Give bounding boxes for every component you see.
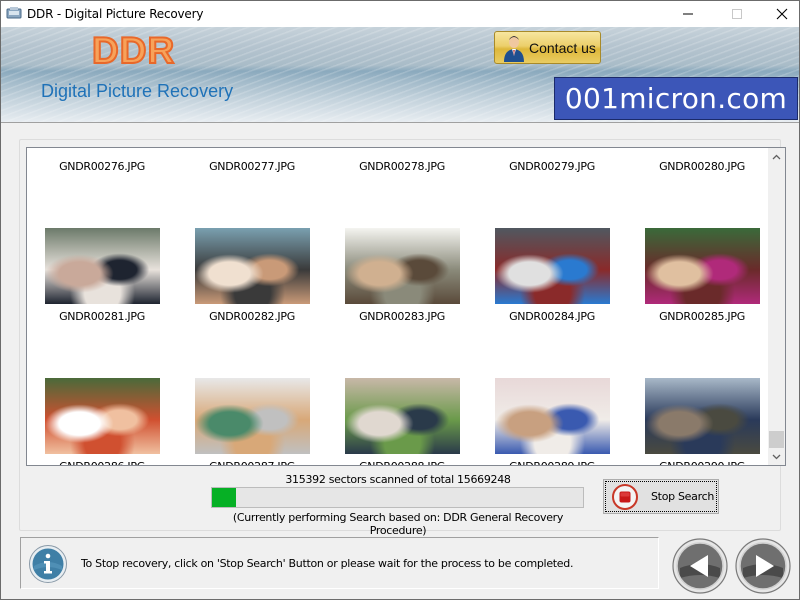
close-icon — [776, 8, 788, 20]
product-name: Digital Picture Recovery — [41, 81, 234, 101]
photo-thumbnail[interactable] — [495, 228, 610, 304]
info-message: To Stop recovery, click on 'Stop Search'… — [81, 557, 574, 570]
gallery-item[interactable]: GNDR00287.JPG — [177, 378, 327, 465]
gallery-item[interactable]: GNDR00280.JPG — [627, 148, 777, 178]
file-name-label: GNDR00281.JPG — [59, 310, 145, 323]
back-button[interactable] — [672, 538, 728, 594]
gallery-item[interactable]: GNDR00282.JPG — [177, 228, 327, 328]
gallery-item[interactable]: GNDR00286.JPG — [27, 378, 177, 465]
photo-thumbnail[interactable] — [45, 378, 160, 454]
stop-search-label: Stop Search — [651, 490, 714, 503]
close-button[interactable] — [759, 1, 800, 27]
file-name-label: GNDR00284.JPG — [509, 310, 595, 323]
arrow-left-icon — [672, 538, 728, 594]
minimize-button[interactable] — [665, 1, 711, 27]
title-bar: DDR - Digital Picture Recovery — [1, 1, 799, 27]
minimize-icon — [683, 13, 693, 15]
app-icon — [6, 7, 22, 19]
photo-thumbnail[interactable] — [345, 228, 460, 304]
maximize-button[interactable] — [714, 1, 760, 27]
file-name-label: GNDR00283.JPG — [359, 310, 445, 323]
file-name-label: GNDR00279.JPG — [509, 160, 595, 173]
gallery-item[interactable]: GNDR00281.JPG — [27, 228, 177, 328]
maximize-icon — [732, 9, 742, 19]
progress-fill — [212, 488, 237, 507]
scan-status-text: 315392 sectors scanned of total 15669248 — [285, 473, 511, 486]
contact-us-label: Contact us — [529, 39, 596, 56]
gallery-item[interactable]: GNDR00284.JPG — [477, 228, 627, 328]
website-link[interactable]: 001micron.com — [554, 77, 798, 120]
file-name-label: GNDR00288.JPG — [327, 460, 477, 465]
gallery-item[interactable]: GNDR00288.JPG — [327, 378, 477, 465]
gallery-item[interactable]: GNDR00285.JPG — [627, 228, 777, 328]
vertical-scrollbar[interactable] — [768, 148, 785, 465]
file-name-label: GNDR00285.JPG — [659, 310, 745, 323]
gallery-item[interactable]: GNDR00277.JPG — [177, 148, 327, 178]
scan-progress-bar — [211, 487, 584, 508]
recovered-files-gallery[interactable]: GNDR00276.JPG GNDR00277.JPG GNDR00278.JPG G… — [26, 147, 786, 466]
scroll-up-button[interactable] — [768, 148, 785, 165]
gallery-item[interactable]: GNDR00283.JPG — [327, 228, 477, 328]
photo-thumbnail[interactable] — [45, 228, 160, 304]
chevron-up-icon — [772, 154, 781, 159]
file-name-label: GNDR00277.JPG — [209, 160, 295, 173]
chevron-down-icon — [772, 454, 781, 459]
stop-search-button[interactable]: Stop Search — [603, 479, 719, 514]
file-name-label: GNDR00290.JPG — [627, 460, 777, 465]
file-name-label: GNDR00289.JPG — [477, 460, 627, 465]
file-name-label: GNDR00287.JPG — [177, 460, 327, 465]
photo-thumbnail[interactable] — [495, 378, 610, 454]
ddr-logo: DDR — [91, 29, 176, 72]
photo-thumbnail[interactable] — [645, 378, 760, 454]
file-name-label: GNDR00280.JPG — [659, 160, 745, 173]
photo-thumbnail[interactable] — [195, 378, 310, 454]
procedure-text: (Currently performing Search based on: D… — [232, 511, 564, 537]
info-panel: To Stop recovery, click on 'Stop Search'… — [20, 537, 659, 589]
stop-icon — [612, 483, 638, 510]
file-name-label: GNDR00286.JPG — [27, 460, 177, 465]
gallery-item[interactable]: GNDR00289.JPG — [477, 378, 627, 465]
file-name-label: GNDR00276.JPG — [59, 160, 145, 173]
photo-thumbnail[interactable] — [645, 228, 760, 304]
header-banner: DDR Digital Picture Recovery Contact us … — [1, 27, 799, 123]
file-name-label: GNDR00282.JPG — [209, 310, 295, 323]
gallery-item[interactable]: GNDR00278.JPG — [327, 148, 477, 178]
photo-thumbnail[interactable] — [195, 228, 310, 304]
next-button[interactable] — [735, 538, 791, 594]
window-title: DDR - Digital Picture Recovery — [27, 7, 204, 21]
scrollbar-thumb[interactable] — [769, 431, 784, 448]
photo-thumbnail[interactable] — [345, 378, 460, 454]
person-icon — [504, 35, 524, 62]
file-name-label: GNDR00278.JPG — [359, 160, 445, 173]
gallery-item[interactable]: GNDR00276.JPG — [27, 148, 177, 178]
app-window: DDR - Digital Picture Recovery DDR Digit… — [0, 0, 800, 600]
contact-us-button[interactable]: Contact us — [494, 31, 601, 64]
info-icon — [29, 545, 67, 583]
arrow-right-icon — [735, 538, 791, 594]
scroll-down-button[interactable] — [768, 448, 785, 465]
gallery-item[interactable]: GNDR00290.JPG — [627, 378, 777, 465]
gallery-item[interactable]: GNDR00279.JPG — [477, 148, 627, 178]
